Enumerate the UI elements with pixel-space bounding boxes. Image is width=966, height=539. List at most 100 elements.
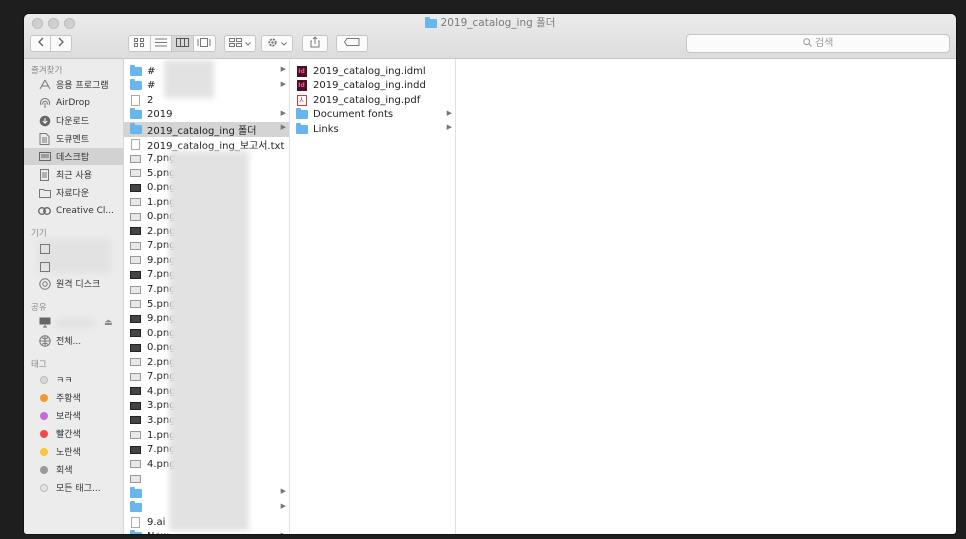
list-view-icon: [154, 38, 167, 50]
sidebar-item-label: 데스크탑: [56, 153, 90, 163]
tag-dot-icon: [40, 483, 48, 492]
finder-window: 2019_catalog_ing 폴더 검색 즐겨찾기 응용 프로그램 AirD…: [24, 14, 956, 534]
airdrop-icon: [38, 97, 51, 109]
forward-button[interactable]: [51, 36, 71, 51]
redacted-filenames: [169, 151, 249, 531]
navigation-buttons: [30, 35, 72, 52]
item-name: 2019_catalog_ing.pdf: [313, 94, 421, 106]
document-icon: [38, 132, 51, 145]
folder-icon: [295, 108, 308, 120]
sidebar-item-creative-cloud[interactable]: Creative Cl...: [24, 202, 123, 219]
folder-row[interactable]: 2019 ▶: [124, 108, 289, 123]
image-thumbnail-icon: [129, 313, 142, 324]
file-row[interactable]: ⅄ 2019_catalog_ing.pdf: [290, 93, 455, 108]
image-thumbnail-icon: [129, 371, 142, 382]
list-view-button[interactable]: [151, 36, 172, 51]
item-name: 2019: [147, 109, 173, 121]
view-mode-selector: [128, 35, 216, 52]
sidebar-item-label: 노란색: [56, 448, 81, 458]
sidebar-item-all-tags[interactable]: 모든 태그...: [24, 479, 123, 496]
sidebar-item-tag-red[interactable]: 빨간색: [24, 425, 123, 442]
arrange-button[interactable]: [224, 35, 256, 52]
share-button[interactable]: [302, 35, 328, 52]
redacted-filenames: [164, 60, 214, 98]
item-name: 2: [147, 94, 154, 106]
browser-column-3[interactable]: [456, 59, 956, 534]
icon-view-button[interactable]: [129, 36, 151, 51]
image-thumbnail-icon: [129, 153, 142, 164]
sidebar-item-label: Creative Cl...: [56, 205, 114, 216]
sidebar-item-airdrop[interactable]: AirDrop: [24, 94, 123, 111]
item-name: #: [147, 65, 156, 77]
file-row[interactable]: Id 2019_catalog_ing.idml: [290, 64, 455, 79]
share-icon: [310, 36, 320, 51]
image-thumbnail-icon: [129, 269, 142, 280]
folder-row[interactable]: Links ▶: [290, 122, 455, 137]
file-icon: [129, 94, 142, 106]
column-view-button[interactable]: [172, 36, 194, 51]
disclosure-arrow-icon: ▶: [280, 486, 286, 495]
sidebar-item-tag-yellow[interactable]: 노란색: [24, 443, 123, 460]
gear-icon: [267, 37, 278, 51]
edit-tags-button[interactable]: [336, 35, 368, 52]
image-thumbnail-icon: [129, 240, 142, 251]
sidebar-item-label: 다운로드: [56, 117, 90, 127]
remote-disc-icon: [38, 277, 51, 290]
sidebar-item-label: 전체...: [56, 337, 82, 347]
sidebar-item-label: 보라색: [56, 412, 81, 422]
sidebar-item-tag-gray[interactable]: 회색: [24, 461, 123, 478]
sidebar-item-documents[interactable]: 도큐멘트: [24, 130, 123, 147]
sidebar-item-tag-purple[interactable]: 보라색: [24, 407, 123, 424]
folder-icon: [129, 530, 142, 534]
folder-icon: [129, 79, 142, 91]
gallery-view-button[interactable]: [194, 36, 215, 51]
folder-row[interactable]: Document fonts ▶: [290, 108, 455, 123]
gallery-view-icon: [197, 37, 211, 50]
tag-dot-icon: [40, 429, 48, 438]
folder-icon: [424, 17, 437, 33]
item-name: Links: [313, 123, 339, 135]
chevron-left-icon: [37, 37, 45, 50]
sidebar-item-device-1[interactable]: [24, 240, 123, 257]
folder-icon: [129, 64, 142, 77]
browser-column-2[interactable]: Id 2019_catalog_ing.idml Id 2019_catalog_in…: [290, 59, 456, 534]
sidebar-item-network-all[interactable]: 전체...: [24, 332, 123, 349]
item-name: 2019_catalog_ing.idml: [313, 65, 426, 77]
file-icon: [129, 516, 142, 528]
image-thumbnail-icon: [129, 415, 142, 426]
sidebar-item-desktop[interactable]: 데스크탑: [24, 148, 123, 165]
folder-row[interactable]: 2019_catalog_ing 폴더 ▶: [124, 122, 289, 137]
sidebar-item-device-2[interactable]: [24, 258, 123, 275]
tags-header: 태그: [31, 360, 47, 370]
arrange-icon: [229, 37, 242, 50]
sidebar-item-downloads[interactable]: 다운로드: [24, 112, 123, 129]
image-thumbnail-icon: [129, 342, 142, 353]
item-name: Document fonts: [313, 109, 394, 121]
folder-icon: [129, 122, 142, 135]
disclosure-arrow-icon: ▶: [280, 108, 286, 117]
file-row[interactable]: Id 2019_catalog_ing.indd: [290, 79, 455, 94]
disclosure-arrow-icon: ▶: [280, 501, 286, 510]
sidebar-item-folder[interactable]: 자료다운: [24, 184, 123, 201]
file-row[interactable]: 2019_catalog_ing_보고서.txt: [124, 137, 289, 152]
disclosure-arrow-icon: ▶: [446, 108, 452, 117]
sidebar-item-tag-kk[interactable]: ㅋㅋ: [24, 371, 123, 388]
item-name: 2019_catalog_ing.indd: [313, 80, 426, 92]
sidebar-item-applications[interactable]: 응용 프로그램: [24, 76, 123, 93]
sidebar-item-recents[interactable]: 최근 사용: [24, 166, 123, 183]
pdf-file-icon: ⅄: [295, 94, 308, 106]
search-placeholder: 검색: [814, 38, 834, 49]
action-button[interactable]: [261, 35, 293, 52]
sidebar-item-tag-orange[interactable]: 주황색: [24, 389, 123, 406]
sidebar-item-label: 빨간색: [56, 430, 81, 440]
search-field[interactable]: 검색: [686, 34, 950, 53]
back-button[interactable]: [31, 36, 52, 51]
image-thumbnail-icon: [129, 168, 142, 179]
sidebar-item-remote-disc[interactable]: 원격 디스크: [24, 275, 123, 292]
sidebar-item-shared-computer[interactable]: ⏏: [24, 314, 123, 331]
eject-icon[interactable]: ⏏: [104, 318, 113, 328]
sidebar-item-label: 주황색: [56, 394, 81, 404]
folder-icon: [295, 122, 308, 135]
tag-dot-icon: [40, 375, 48, 384]
shared-header: 공유: [31, 303, 47, 313]
